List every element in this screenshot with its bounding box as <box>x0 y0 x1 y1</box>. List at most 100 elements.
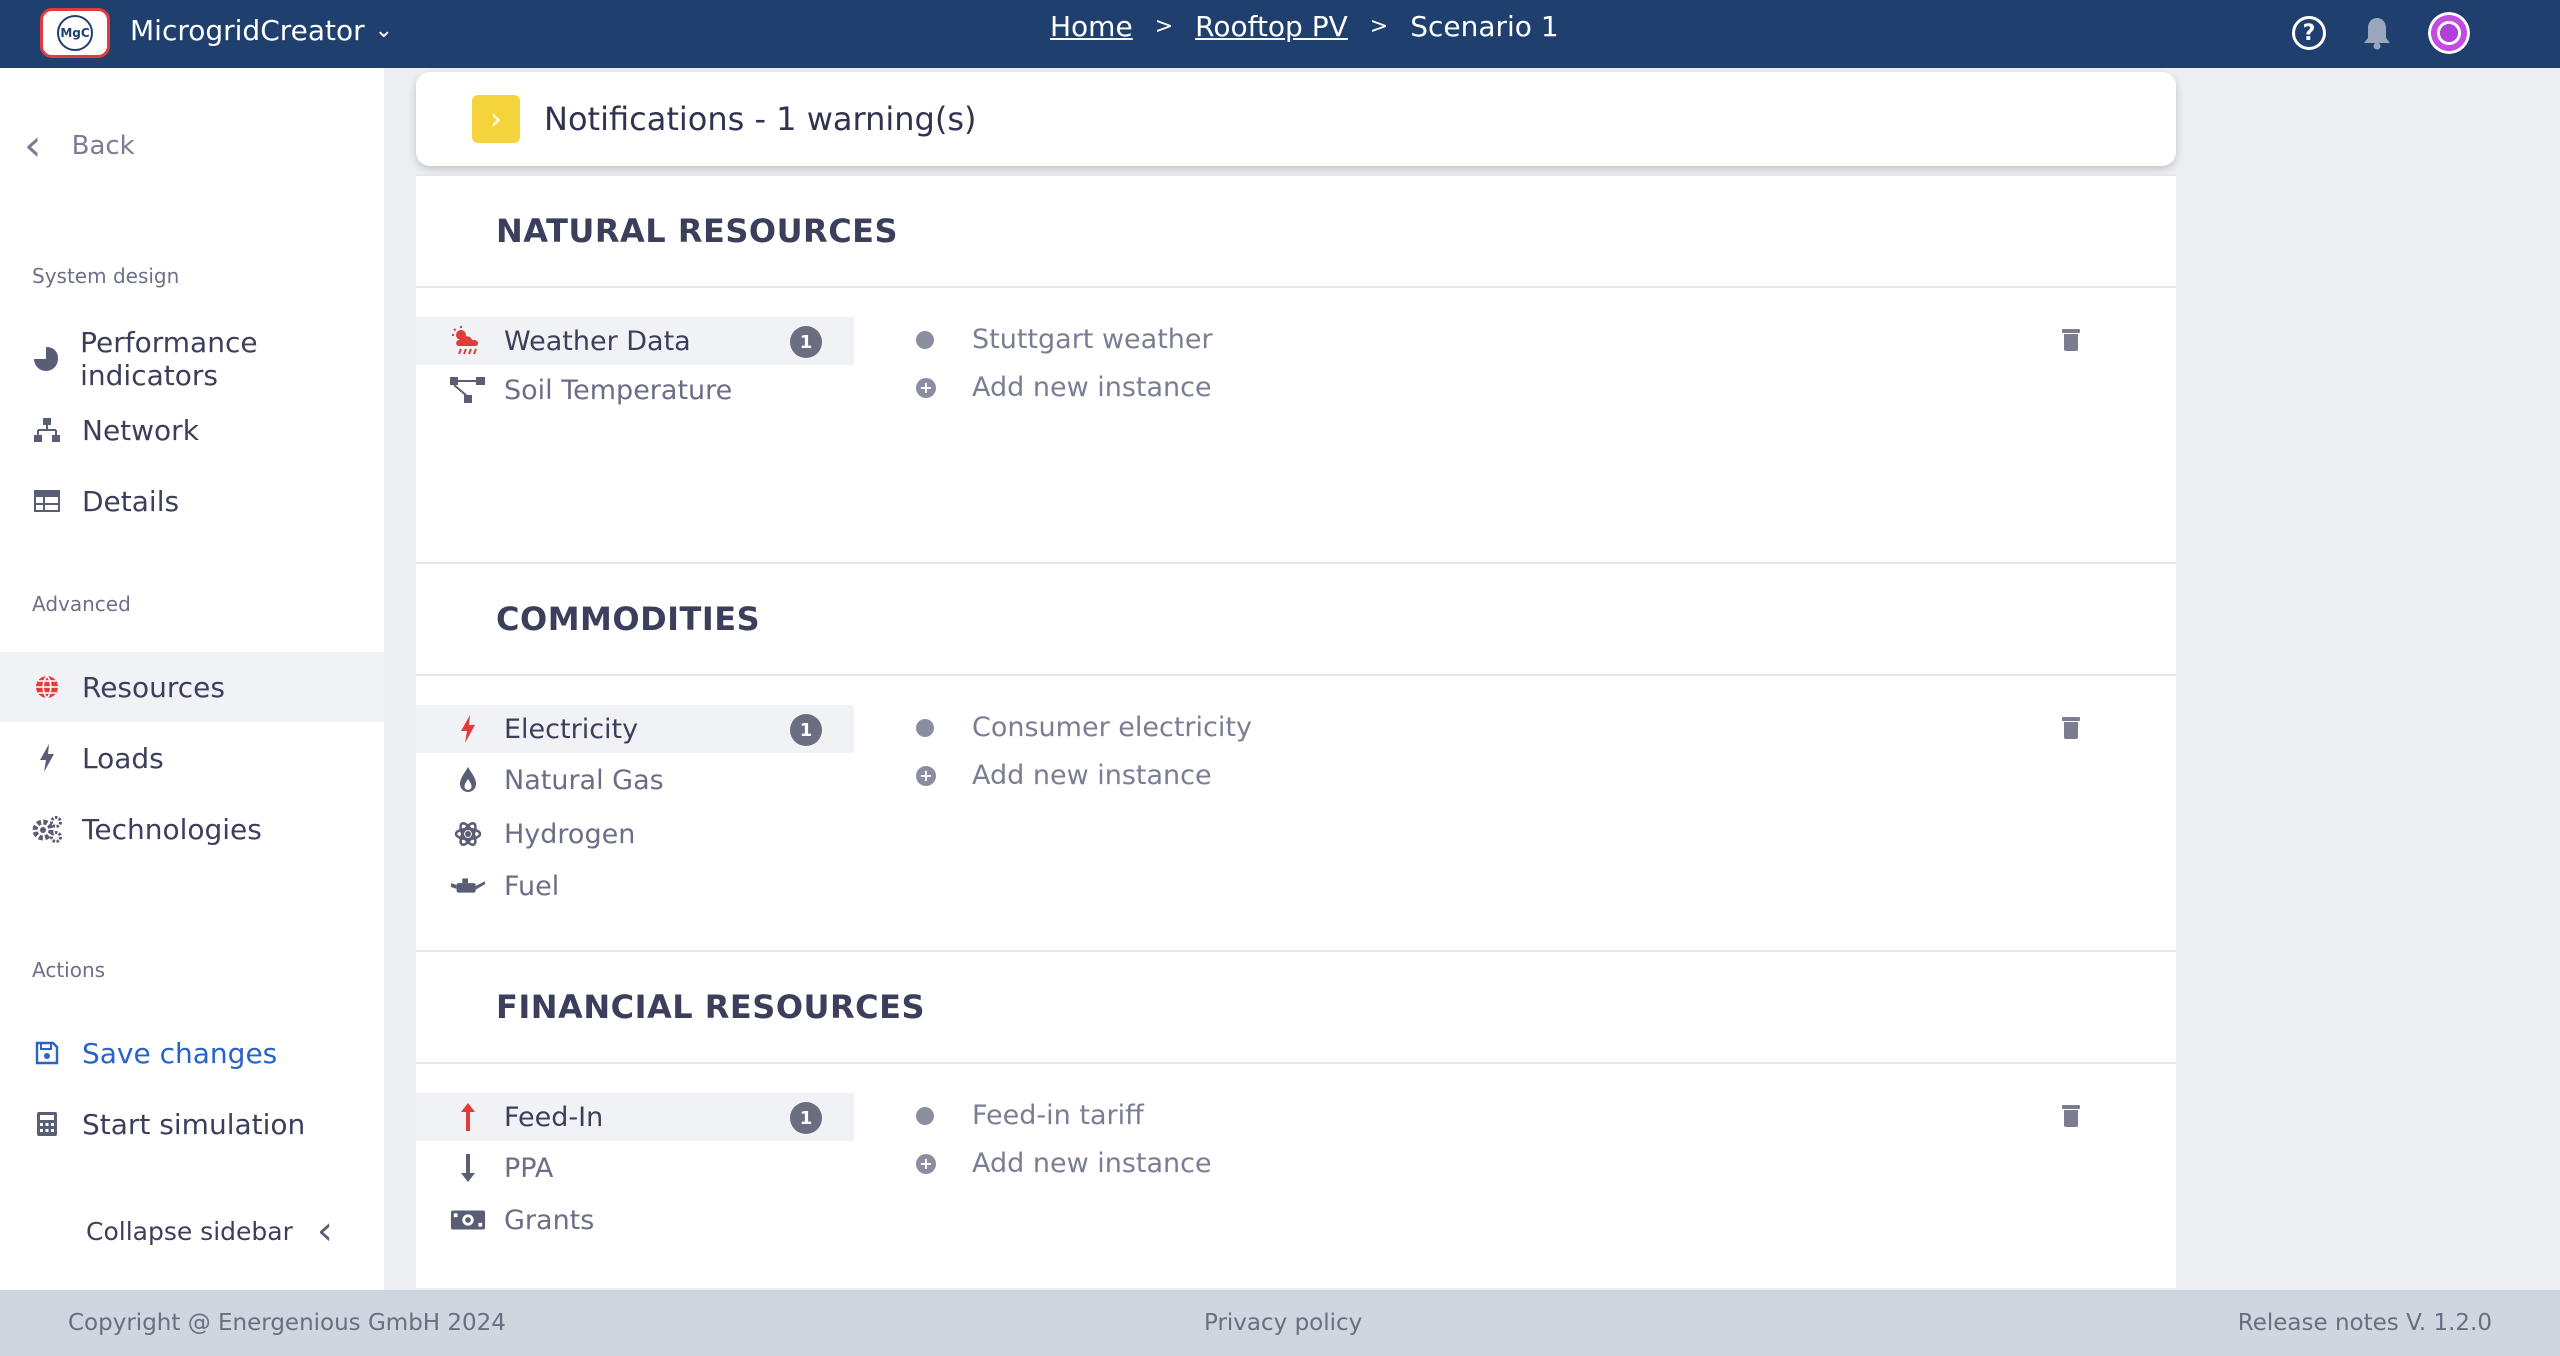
sidebar: ‹ Back System design Performance indicat… <box>0 68 384 1290</box>
sidebar-item-label: Network <box>82 413 199 447</box>
bullet-icon <box>916 718 934 737</box>
resource-item-label: Fuel <box>504 870 560 902</box>
back-button[interactable]: ‹ Back <box>24 124 135 168</box>
add-instance-label: Add new instance <box>972 760 1212 791</box>
breadcrumb-current: Scenario 1 <box>1410 10 1559 43</box>
section-label-system-design: System design <box>32 264 180 288</box>
lightning-icon <box>450 711 486 747</box>
resource-item-hydrogen[interactable]: Hydrogen <box>416 810 854 858</box>
breadcrumb: Home > Rooftop PV > Scenario 1 <box>1050 10 1559 43</box>
diagram-icon <box>450 372 486 408</box>
atom-icon <box>450 816 486 852</box>
trash-icon[interactable] <box>2062 1105 2080 1127</box>
globe-icon <box>32 672 62 702</box>
section-label-advanced: Advanced <box>32 592 131 616</box>
bullet-icon <box>916 330 934 349</box>
resource-item-soil-temperature[interactable]: Soil Temperature <box>416 366 854 414</box>
add-instance-button[interactable]: + Add new instance <box>916 1148 1212 1179</box>
panel-title: FINANCIAL RESOURCES <box>496 988 926 1026</box>
resource-item-weather-data[interactable]: Weather Data 1 <box>416 317 854 365</box>
sidebar-item-label: Technologies <box>82 812 262 846</box>
sidebar-item-label: Details <box>82 484 180 518</box>
resource-item-label: Soil Temperature <box>504 374 733 406</box>
sidebar-item-performance[interactable]: Performance indicators <box>0 324 384 394</box>
notifications-label: Notifications - 1 warning(s) <box>544 100 977 138</box>
chevron-left-icon: ‹ <box>24 120 42 171</box>
commodities-panel: COMMODITIES Electricity 1 Natural Gas Hy… <box>416 562 2176 950</box>
resource-item-fuel[interactable]: Fuel <box>416 862 854 910</box>
top-bar: MgC MicrogridCreator ⌄ Home > Rooftop PV… <box>0 0 2560 68</box>
app-name: MicrogridCreator <box>130 14 365 47</box>
sidebar-item-resources[interactable]: Resources <box>0 652 384 722</box>
resource-item-electricity[interactable]: Electricity 1 <box>416 705 854 753</box>
bell-icon[interactable] <box>2362 16 2392 50</box>
sidebar-item-label: Resources <box>82 670 225 704</box>
sidebar-item-network[interactable]: Network <box>0 395 384 465</box>
sidebar-item-technologies[interactable]: Technologies <box>0 794 384 864</box>
user-avatar[interactable] <box>2428 12 2470 54</box>
natural-resources-panel: NATURAL RESOURCES Weather Data 1 Soil Te… <box>416 174 2176 562</box>
arrow-down-icon <box>450 1150 486 1186</box>
add-instance-button[interactable]: + Add new instance <box>916 760 1212 791</box>
financial-resources-panel: FINANCIAL RESOURCES Feed-In 1 PPA Grants… <box>416 950 2176 1288</box>
trash-icon[interactable] <box>2062 329 2080 351</box>
resource-item-natural-gas[interactable]: Natural Gas <box>416 756 854 804</box>
resource-item-grants[interactable]: Grants <box>416 1196 854 1244</box>
trash-icon[interactable] <box>2062 717 2080 739</box>
release-notes-link[interactable]: Release notes V. 1.2.0 <box>2238 1310 2492 1336</box>
resource-item-ppa[interactable]: PPA <box>416 1144 854 1192</box>
app-switcher[interactable]: MicrogridCreator ⌄ <box>130 14 393 47</box>
save-icon <box>32 1038 62 1068</box>
chevron-down-icon: ⌄ <box>374 18 394 43</box>
breadcrumb-separator: > <box>1369 14 1389 39</box>
instance-item[interactable]: Consumer electricity <box>916 712 1252 743</box>
sidebar-item-details[interactable]: Details <box>0 466 384 536</box>
instance-label: Stuttgart weather <box>972 324 1213 355</box>
collapse-sidebar-label: Collapse sidebar <box>86 1216 293 1246</box>
panel-title: NATURAL RESOURCES <box>496 212 899 250</box>
weather-icon <box>450 323 486 359</box>
save-changes-button[interactable]: Save changes <box>0 1018 384 1088</box>
add-instance-button[interactable]: + Add new instance <box>916 372 1212 403</box>
lightning-icon <box>32 743 62 773</box>
money-icon <box>450 1202 486 1238</box>
divider <box>416 674 2176 676</box>
gears-icon <box>32 814 62 844</box>
arrow-up-icon <box>450 1099 486 1135</box>
resource-item-label: Natural Gas <box>504 764 664 796</box>
network-icon <box>32 415 62 445</box>
divider <box>416 286 2176 288</box>
resource-item-label: Hydrogen <box>504 818 636 850</box>
sidebar-item-loads[interactable]: Loads <box>0 723 384 793</box>
plus-icon: + <box>916 1153 936 1174</box>
privacy-policy-link[interactable]: Privacy policy <box>1204 1310 1362 1336</box>
chevron-right-icon[interactable]: › <box>472 95 520 143</box>
instance-label: Feed-in tariff <box>972 1100 1144 1131</box>
section-label-actions: Actions <box>32 958 106 982</box>
resource-item-label: Electricity <box>504 713 639 745</box>
collapse-sidebar-button[interactable]: Collapse sidebar ‹ <box>86 1208 333 1254</box>
start-simulation-button[interactable]: Start simulation <box>0 1089 384 1159</box>
count-badge: 1 <box>790 714 822 746</box>
help-icon[interactable]: ? <box>2292 16 2326 50</box>
app-logo[interactable]: MgC <box>40 8 110 58</box>
logo-mark: MgC <box>57 15 93 51</box>
resource-item-label: Feed-In <box>504 1101 604 1133</box>
panel-title: COMMODITIES <box>496 600 761 638</box>
notifications-bar[interactable]: › Notifications - 1 warning(s) <box>416 72 2176 166</box>
instance-label: Consumer electricity <box>972 712 1252 743</box>
oil-can-icon <box>450 868 486 904</box>
breadcrumb-home[interactable]: Home <box>1050 10 1133 43</box>
chevron-left-icon: ‹ <box>316 1208 333 1254</box>
instance-item[interactable]: Stuttgart weather <box>916 324 1213 355</box>
flame-icon <box>450 762 486 798</box>
resource-item-feed-in[interactable]: Feed-In 1 <box>416 1093 854 1141</box>
footer: Copyright @ Energenious GmbH 2024 Privac… <box>0 1290 2560 1356</box>
instance-item[interactable]: Feed-in tariff <box>916 1100 1144 1131</box>
save-changes-label: Save changes <box>82 1036 278 1070</box>
start-simulation-label: Start simulation <box>82 1107 306 1141</box>
add-instance-label: Add new instance <box>972 372 1212 403</box>
back-label: Back <box>71 131 135 161</box>
resource-item-label: PPA <box>504 1152 554 1184</box>
breadcrumb-project[interactable]: Rooftop PV <box>1195 10 1348 43</box>
